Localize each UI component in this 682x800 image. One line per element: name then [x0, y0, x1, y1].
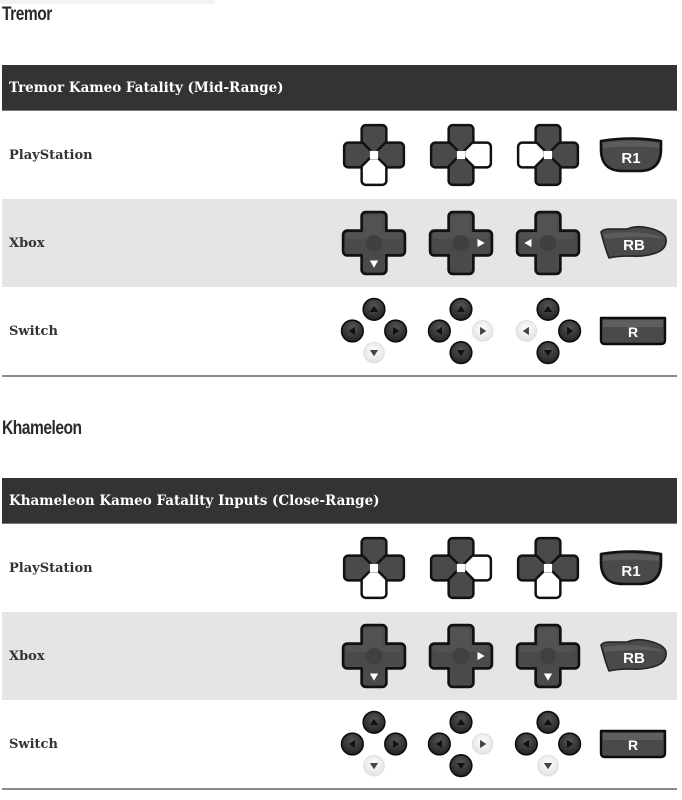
fatality-table-khameleon: Khameleon Kameo Fatality Inputs (Close-R…: [2, 478, 677, 790]
table-row: Switch R: [2, 287, 677, 375]
input-step: [514, 622, 582, 690]
input-step: [427, 121, 495, 189]
table-title: Tremor Kameo Fatality (Mid-Range): [2, 65, 677, 111]
input-step: [427, 209, 495, 277]
table-row: PlayStation R1: [2, 111, 677, 199]
shoulder-button: RB: [598, 223, 668, 263]
dpad-right-icon: [428, 210, 494, 276]
input-step: [514, 297, 582, 365]
dpad-right-icon: [427, 710, 494, 778]
dpad-right-icon: [429, 123, 493, 187]
input-step: [340, 710, 408, 778]
input-sequence: R: [340, 287, 668, 375]
input-step: [514, 710, 582, 778]
dpad-down-icon: [516, 536, 580, 600]
button-label: RB: [623, 650, 645, 667]
dpad-down-icon: [340, 297, 408, 364]
dpad-right-icon: [427, 297, 494, 365]
shoulder-button: RB: [598, 636, 668, 676]
input-sequence: R1: [340, 524, 664, 612]
table-divider: [2, 788, 677, 790]
input-step: [514, 121, 582, 189]
input-sequence: RB: [340, 612, 668, 700]
input-step: [340, 534, 408, 602]
platform-label: PlayStation: [9, 147, 93, 163]
platform-label: Xbox: [9, 235, 45, 251]
table-row: PlayStation R1: [2, 524, 677, 612]
shoulder-button: R: [598, 315, 668, 347]
dpad-down-icon: [342, 536, 406, 600]
platform-label: PlayStation: [9, 560, 93, 576]
table-row: Xbox RB: [2, 199, 677, 287]
button-label: R1: [621, 150, 640, 167]
character-heading-tremor: Tremor: [2, 4, 52, 25]
input-sequence: RB: [340, 199, 668, 287]
input-step: [427, 710, 495, 778]
dpad-down-icon: [341, 623, 407, 689]
platform-label: Switch: [9, 736, 58, 752]
r-button-icon: R: [599, 316, 667, 346]
input-step: [340, 622, 408, 690]
platform-label: Xbox: [9, 648, 45, 664]
input-step: [427, 534, 495, 602]
dpad-left-icon: [515, 210, 581, 276]
input-step: [427, 622, 495, 690]
table-divider: [2, 375, 677, 377]
rb-button-icon: RB: [600, 638, 667, 672]
dpad-right-icon: [428, 623, 494, 689]
input-step: [514, 209, 582, 277]
dpad-right-icon: [429, 536, 493, 600]
input-step: [514, 534, 582, 602]
dpad-down-icon: [515, 623, 581, 689]
shoulder-button: R: [598, 728, 668, 760]
character-heading-khameleon: Khameleon: [2, 418, 82, 439]
dpad-down-icon: [340, 710, 408, 777]
input-step: [340, 121, 408, 189]
table-row: Xbox RB: [2, 612, 677, 700]
button-label: R: [628, 324, 638, 340]
r1-button-icon: R1: [599, 550, 663, 586]
r-button-icon: R: [599, 729, 667, 759]
dpad-left-icon: [516, 123, 580, 187]
input-sequence: R1: [340, 111, 664, 199]
dpad-left-icon: [515, 297, 582, 365]
dpad-down-icon: [514, 710, 582, 777]
button-label: R1: [621, 563, 640, 580]
input-step: [340, 297, 408, 365]
table-row: Switch R: [2, 700, 677, 788]
table-title: Khameleon Kameo Fatality Inputs (Close-R…: [2, 478, 677, 524]
platform-label: Switch: [9, 323, 58, 339]
dpad-down-icon: [342, 123, 406, 187]
shoulder-button: R1: [598, 135, 664, 175]
input-sequence: R: [340, 700, 668, 788]
input-step: [427, 297, 495, 365]
dpad-down-icon: [341, 210, 407, 276]
r1-button-icon: R1: [599, 137, 663, 173]
shoulder-button: R1: [598, 548, 664, 588]
input-step: [340, 209, 408, 277]
fatality-table-tremor: Tremor Kameo Fatality (Mid-Range) PlaySt…: [2, 65, 677, 377]
button-label: R: [628, 737, 638, 753]
button-label: RB: [623, 237, 645, 254]
rb-button-icon: RB: [600, 225, 667, 259]
